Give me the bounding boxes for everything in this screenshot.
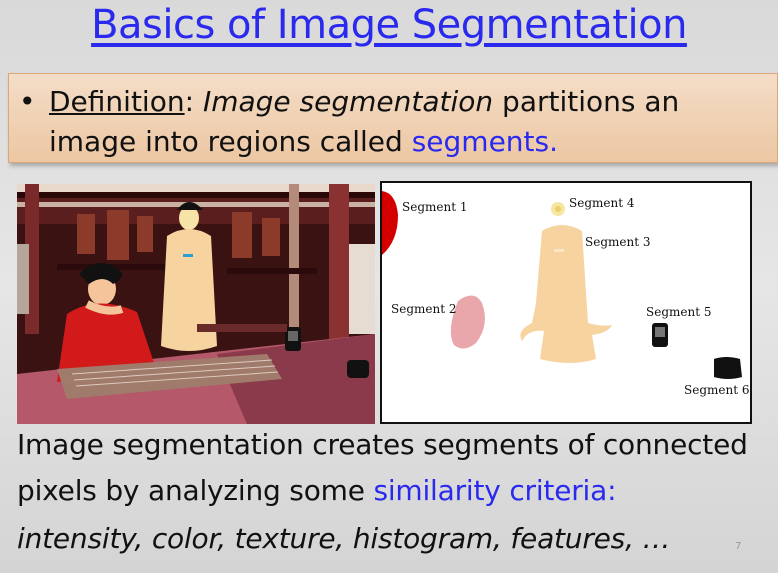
definition-term: Definition (49, 85, 185, 118)
body-line-2-text: pixels by analyzing some (17, 474, 374, 507)
segment-label-1: Segment 1 (402, 200, 468, 214)
segment-label-5: Segment 5 (646, 305, 712, 319)
segmentation-result: Segment 1 Segment 2 Segment 3 Segment 4 … (380, 181, 752, 424)
definition-text: Definition: Image segmentation partition… (49, 82, 769, 162)
definition-italic-phrase: Image segmentation (202, 85, 494, 118)
similarity-criteria-highlight: similarity criteria: (373, 474, 617, 507)
segment-label-4: Segment 4 (569, 196, 635, 210)
photo-illustration (17, 184, 375, 424)
bullet-icon: • (19, 85, 36, 118)
definition-box: • Definition: Image segmentation partiti… (8, 73, 778, 163)
body-line-1: Image segmentation creates segments of c… (17, 428, 748, 461)
body-line-2: pixels by analyzing some similarity crit… (17, 474, 617, 507)
page-number: 7 (735, 541, 742, 552)
source-photo (17, 184, 375, 424)
segment-label-2: Segment 2 (391, 302, 457, 316)
criteria-list: intensity, color, texture, histogram, fe… (17, 522, 671, 555)
definition-highlight: segments. (411, 125, 559, 158)
segment-label-6: Segment 6 (684, 383, 750, 397)
definition-colon: : (184, 85, 195, 118)
slide-title: Basics of Image Segmentation (91, 2, 687, 48)
segment-label-3: Segment 3 (585, 235, 651, 249)
